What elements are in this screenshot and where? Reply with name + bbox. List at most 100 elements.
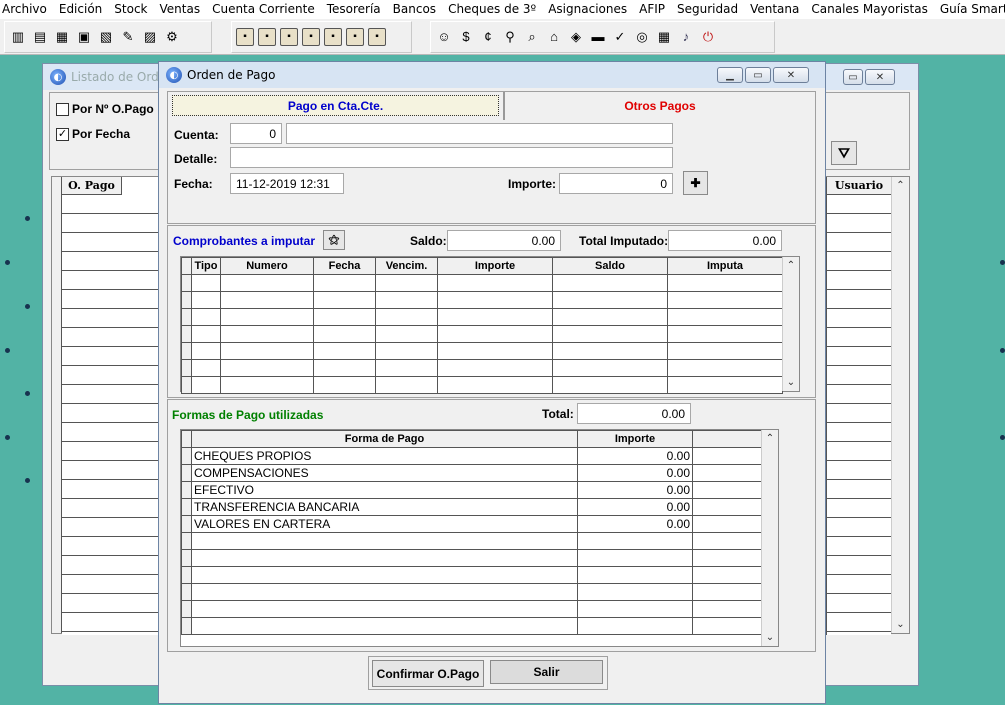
table-row[interactable] bbox=[181, 342, 783, 360]
minimize-icon[interactable]: ▁ bbox=[717, 67, 743, 83]
tools-icon[interactable]: ⚙ bbox=[163, 28, 181, 46]
box-icon[interactable]: ▪ bbox=[302, 28, 320, 46]
coins-icon[interactable]: ¢ bbox=[479, 28, 497, 46]
cuenta-name-input[interactable] bbox=[286, 123, 673, 144]
menu-item[interactable]: Cuenta Corriente bbox=[206, 0, 321, 19]
add-icon[interactable]: ✚ bbox=[683, 171, 708, 195]
filter-nro-checkbox[interactable] bbox=[56, 102, 69, 116]
menu-item[interactable]: Bancos bbox=[387, 0, 442, 19]
col-usuario-header[interactable]: Usuario bbox=[826, 177, 891, 195]
lookup-icon[interactable]: ⌕ bbox=[523, 28, 541, 46]
menu-item[interactable]: Stock bbox=[108, 0, 153, 19]
table-row[interactable] bbox=[181, 549, 762, 567]
box-icon[interactable]: ▪ bbox=[236, 28, 254, 46]
listado-scrollbar[interactable]: ⌃ ⌄ bbox=[891, 177, 909, 633]
column-header[interactable]: Vencim. bbox=[375, 257, 438, 275]
filter-nro[interactable]: Por Nº O.Pago bbox=[56, 102, 154, 116]
table-row[interactable]: EFECTIVO 0.00 bbox=[181, 481, 762, 499]
formas-pago-scrollbar[interactable]: ⌃ ⌄ bbox=[761, 430, 778, 646]
edit-icon[interactable]: ✎ bbox=[119, 28, 137, 46]
op-icon[interactable]: ◎ bbox=[633, 28, 651, 46]
menu-item[interactable]: Edición bbox=[53, 0, 108, 19]
close-icon[interactable]: ✕ bbox=[773, 67, 809, 83]
fecha-input[interactable]: 11-12-2019 12:31 bbox=[230, 173, 344, 194]
table-row[interactable]: VALORES EN CARTERA 0.00 bbox=[181, 515, 762, 533]
box-icon[interactable]: ▪ bbox=[324, 28, 342, 46]
table-row[interactable] bbox=[181, 359, 783, 377]
menu-item[interactable]: Asignaciones bbox=[542, 0, 633, 19]
menu-item[interactable]: Guía Smart bbox=[934, 0, 1005, 19]
tab-otros-pagos[interactable]: Otros Pagos bbox=[505, 95, 815, 116]
menu-item[interactable]: AFIP bbox=[633, 0, 671, 19]
table-row[interactable]: TRANSFERENCIA BANCARIA 0.00 bbox=[181, 498, 762, 516]
scroll-up-icon[interactable]: ⌃ bbox=[787, 260, 795, 271]
table-row[interactable] bbox=[181, 532, 762, 550]
card-icon[interactable]: ▬ bbox=[589, 28, 607, 46]
filter-icon[interactable]: ⛛ bbox=[831, 141, 857, 165]
bell-icon[interactable]: ♪ bbox=[677, 28, 695, 46]
search-icon[interactable]: ⚲ bbox=[501, 28, 519, 46]
salir-button[interactable]: Salir bbox=[490, 660, 603, 684]
box-icon[interactable]: ▪ bbox=[280, 28, 298, 46]
scroll-up-icon[interactable]: ⌃ bbox=[896, 180, 904, 191]
close-icon[interactable]: ✕ bbox=[865, 69, 895, 85]
power-icon[interactable]: ⏻ bbox=[699, 28, 717, 46]
menu-item[interactable]: Tesorería bbox=[321, 0, 387, 19]
column-header[interactable]: Forma de Pago bbox=[191, 430, 578, 448]
bank-icon[interactable]: ⌂ bbox=[545, 28, 563, 46]
scroll-up-icon[interactable]: ⌃ bbox=[766, 433, 774, 444]
column-header[interactable]: Imputa bbox=[667, 257, 783, 275]
table-row[interactable] bbox=[181, 291, 783, 309]
table-row[interactable]: CHEQUES PROPIOS 0.00 bbox=[181, 447, 762, 465]
table-row[interactable]: COMPENSACIONES 0.00 bbox=[181, 464, 762, 482]
table-row[interactable] bbox=[181, 308, 783, 326]
filter-fecha-checkbox[interactable]: ✓ bbox=[56, 127, 69, 141]
menu-item[interactable]: Cheques de 3º bbox=[442, 0, 542, 19]
scroll-down-icon[interactable]: ⌄ bbox=[896, 619, 904, 630]
maximize-icon[interactable]: ▭ bbox=[745, 67, 771, 83]
menu-item[interactable]: Ventana bbox=[744, 0, 805, 19]
table-row[interactable] bbox=[181, 274, 783, 292]
box-icon[interactable]: ▪ bbox=[346, 28, 364, 46]
column-header[interactable]: Tipo bbox=[191, 257, 221, 275]
table-row[interactable] bbox=[181, 600, 762, 618]
tab-pago-ctacte[interactable]: Pago en Cta.Cte. bbox=[172, 95, 499, 116]
table-row[interactable] bbox=[181, 566, 762, 584]
check-icon[interactable]: ✓ bbox=[611, 28, 629, 46]
detalle-input[interactable] bbox=[230, 147, 673, 168]
column-header[interactable]: Importe bbox=[437, 257, 553, 275]
user-icon[interactable]: ☺ bbox=[435, 28, 453, 46]
cuenta-code-input[interactable]: 0 bbox=[230, 123, 282, 144]
calendar-icon[interactable]: ▦ bbox=[655, 28, 673, 46]
document-icon[interactable]: ▤ bbox=[31, 28, 49, 46]
money-icon[interactable]: $ bbox=[457, 28, 475, 46]
chart-icon[interactable]: ▧ bbox=[97, 28, 115, 46]
box-icon[interactable]: ▪ bbox=[368, 28, 386, 46]
barcode-icon[interactable]: ▥ bbox=[9, 28, 27, 46]
menu-item[interactable]: Canales Mayoristas bbox=[805, 0, 933, 19]
calculator-icon[interactable]: ▦ bbox=[53, 28, 71, 46]
table-row[interactable] bbox=[181, 617, 762, 635]
wallet-icon[interactable]: ◈ bbox=[567, 28, 585, 46]
box-icon[interactable]: ▪ bbox=[258, 28, 276, 46]
column-header[interactable]: Saldo bbox=[552, 257, 668, 275]
column-header[interactable]: Fecha bbox=[313, 257, 376, 275]
clipboard-icon[interactable]: ▨ bbox=[141, 28, 159, 46]
column-header[interactable]: Importe bbox=[577, 430, 693, 448]
column-header[interactable]: Numero bbox=[220, 257, 314, 275]
importe-input[interactable]: 0 bbox=[559, 173, 673, 194]
folder-icon[interactable]: ▣ bbox=[75, 28, 93, 46]
col-opago-header[interactable]: O. Pago bbox=[62, 177, 122, 195]
scroll-down-icon[interactable]: ⌄ bbox=[787, 377, 795, 388]
table-row[interactable] bbox=[181, 325, 783, 343]
menu-item[interactable]: Ventas bbox=[154, 0, 207, 19]
menu-item[interactable]: Archivo bbox=[0, 0, 53, 19]
table-row[interactable] bbox=[181, 376, 783, 394]
filter-fecha[interactable]: ✓ Por Fecha bbox=[56, 127, 130, 141]
comprobantes-scrollbar[interactable]: ⌃ ⌄ bbox=[782, 257, 799, 391]
confirmar-button[interactable]: Confirmar O.Pago bbox=[372, 660, 484, 687]
total-imputado-input[interactable]: 0.00 bbox=[668, 230, 782, 251]
total-input[interactable]: 0.00 bbox=[577, 403, 691, 424]
menu-item[interactable]: Seguridad bbox=[671, 0, 744, 19]
saldo-input[interactable]: 0.00 bbox=[447, 230, 561, 251]
